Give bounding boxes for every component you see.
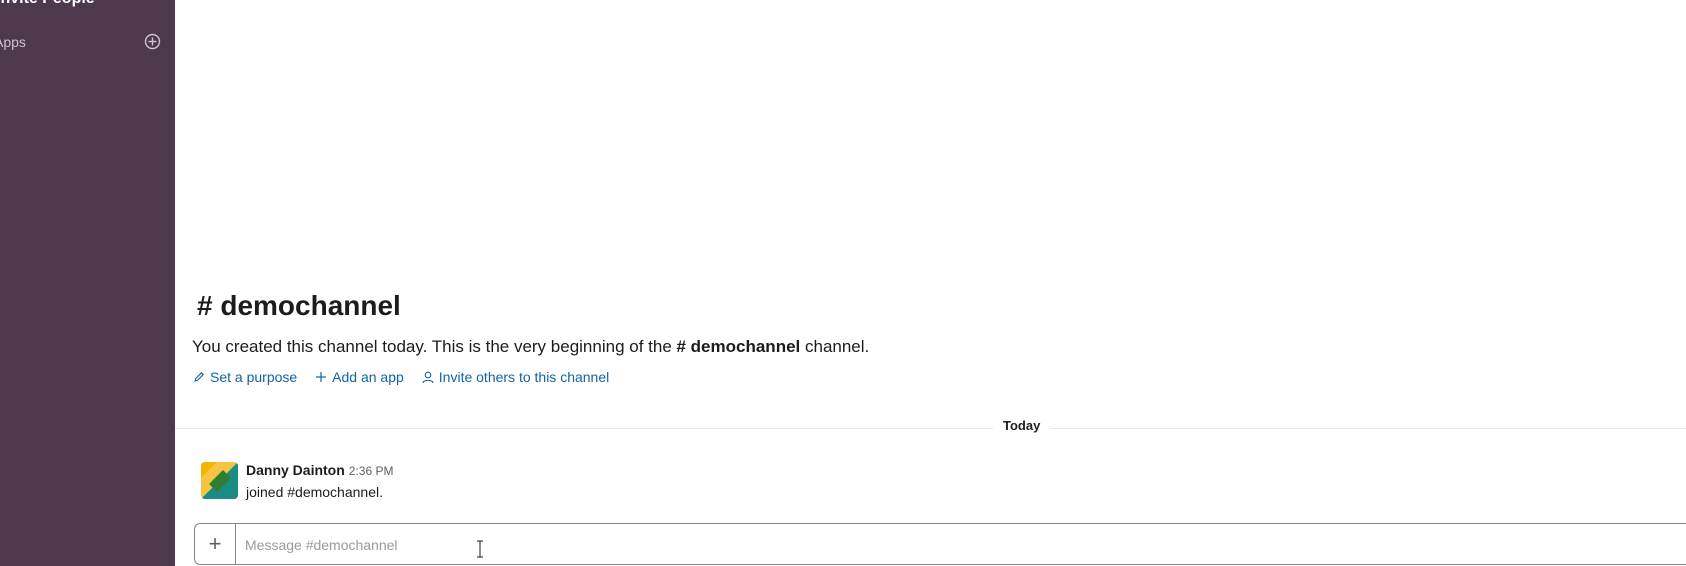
- plus-icon: [316, 372, 327, 382]
- avatar[interactable]: [201, 462, 238, 499]
- plus-circle-icon[interactable]: [144, 33, 161, 50]
- add-app-label: Add an app: [332, 369, 404, 385]
- message-text: joined #demochannel.: [246, 484, 383, 500]
- set-purpose-label: Set a purpose: [210, 369, 298, 385]
- message-composer: +: [194, 523, 1686, 566]
- intro-prefix: You created this channel today. This is …: [192, 337, 677, 356]
- channel-actions: Set a purpose Add an app Invite others t…: [193, 369, 609, 385]
- intro-channel-link[interactable]: # demochannel: [677, 337, 801, 356]
- message-input[interactable]: [243, 524, 1686, 566]
- channel-intro: You created this channel today. This is …: [192, 337, 869, 357]
- composer-add-button[interactable]: +: [195, 524, 236, 564]
- person-icon: [422, 371, 434, 383]
- day-divider: [175, 428, 1686, 429]
- message-author[interactable]: Danny Dainton: [246, 462, 345, 478]
- invite-others-link[interactable]: Invite others to this channel: [422, 369, 609, 385]
- day-divider-label: Today: [993, 418, 1051, 433]
- pencil-icon: [194, 372, 204, 382]
- user-avatar-image: [201, 462, 238, 499]
- text-cursor-icon: [477, 540, 483, 558]
- invite-people-link[interactable]: Invite People: [0, 0, 95, 8]
- sidebar: Invite People Apps: [0, 0, 175, 566]
- intro-suffix: channel.: [800, 337, 870, 356]
- channel-main: # demochannel You created this channel t…: [175, 0, 1686, 566]
- message-timestamp[interactable]: 2:36 PM: [349, 464, 394, 478]
- set-purpose-link[interactable]: Set a purpose: [193, 369, 297, 385]
- invite-others-label: Invite others to this channel: [438, 369, 610, 385]
- message-header: Danny Dainton 2:36 PM: [246, 462, 393, 480]
- add-app-link[interactable]: Add an app: [315, 369, 404, 385]
- sidebar-section-apps[interactable]: Apps: [0, 34, 26, 50]
- channel-title: # demochannel: [197, 290, 401, 321]
